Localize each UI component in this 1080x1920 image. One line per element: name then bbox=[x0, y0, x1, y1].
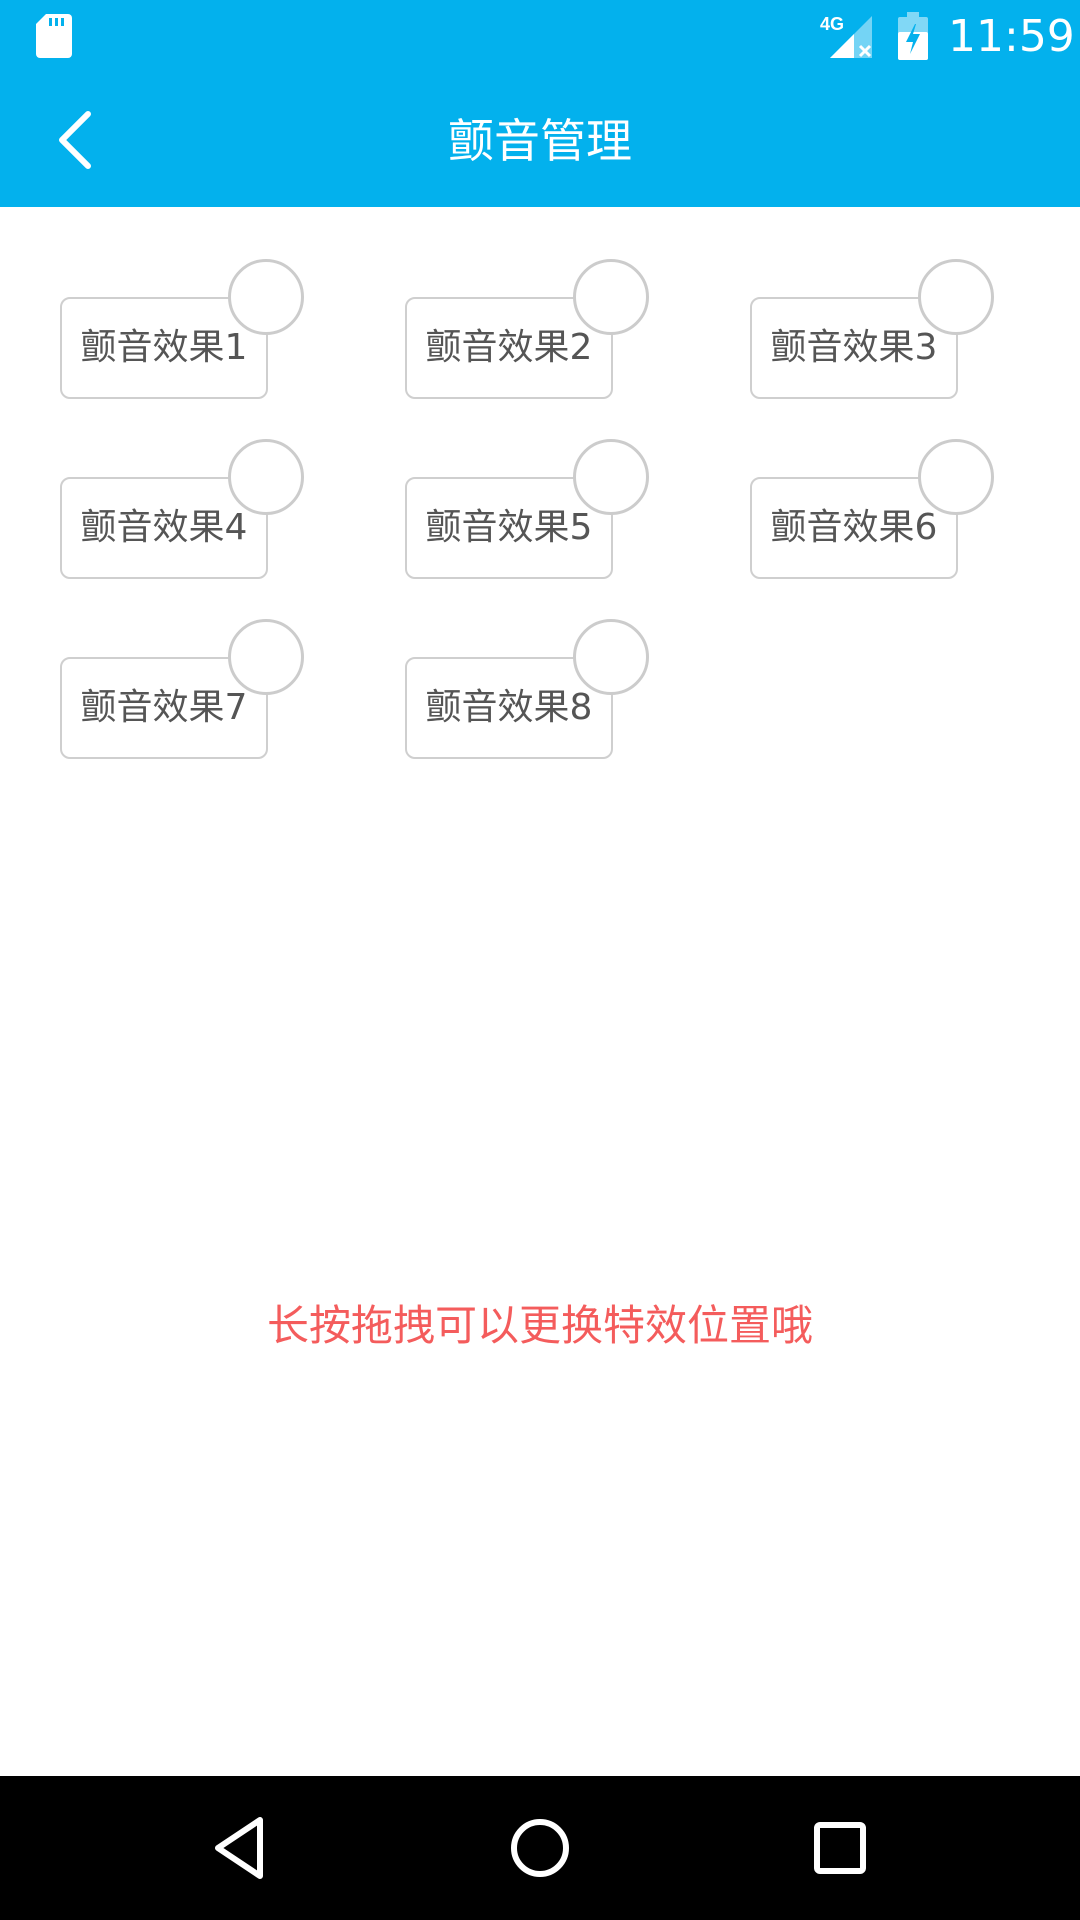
home-circle-icon bbox=[511, 1819, 569, 1877]
effect-item-5: 颤音效果5 bbox=[405, 439, 665, 579]
page-title: 颤音管理 bbox=[448, 114, 632, 168]
battery-charging-icon bbox=[898, 12, 928, 60]
effect-item-7: 颤音效果7 bbox=[60, 619, 320, 759]
nav-home-button[interactable] bbox=[498, 1806, 582, 1890]
effect-item-1: 颤音效果1 bbox=[60, 259, 320, 399]
nav-back-button[interactable] bbox=[198, 1806, 282, 1890]
effect-radio-button[interactable] bbox=[228, 259, 304, 335]
effect-radio-button[interactable] bbox=[228, 619, 304, 695]
effect-item-8: 颤音效果8 bbox=[405, 619, 665, 759]
effect-radio-button[interactable] bbox=[918, 259, 994, 335]
nav-recents-button[interactable] bbox=[798, 1806, 882, 1890]
effect-radio-button[interactable] bbox=[228, 439, 304, 515]
effect-radio-button[interactable] bbox=[573, 439, 649, 515]
screen: 4G 11:59 颤音管理 颤音效果1 颤音效果2 颤音效果3 颤音效果4 颤音… bbox=[0, 0, 1080, 1920]
effect-item-6: 颤音效果6 bbox=[750, 439, 1010, 579]
network-type-label: 4G bbox=[820, 14, 844, 34]
status-time: 11:59 bbox=[948, 11, 1075, 62]
effect-radio-button[interactable] bbox=[573, 259, 649, 335]
app-bar: 颤音管理 bbox=[0, 74, 1080, 207]
recents-square-icon bbox=[814, 1822, 866, 1874]
status-bar: 4G 11:59 bbox=[0, 0, 1080, 74]
effect-radio-button[interactable] bbox=[918, 439, 994, 515]
effect-radio-button[interactable] bbox=[573, 619, 649, 695]
effect-item-3: 颤音效果3 bbox=[750, 259, 1010, 399]
signal-no-service-icon: 4G bbox=[820, 14, 872, 58]
back-button[interactable] bbox=[40, 104, 110, 174]
chevron-left-icon bbox=[59, 111, 91, 169]
drag-hint-text: 长按拖拽可以更换特效位置哦 bbox=[266, 1301, 813, 1350]
back-triangle-icon bbox=[215, 1817, 263, 1879]
effect-item-2: 颤音效果2 bbox=[405, 259, 665, 399]
sd-card-icon bbox=[36, 14, 72, 58]
effect-item-4: 颤音效果4 bbox=[60, 439, 320, 579]
navigation-bar bbox=[0, 1776, 1080, 1920]
